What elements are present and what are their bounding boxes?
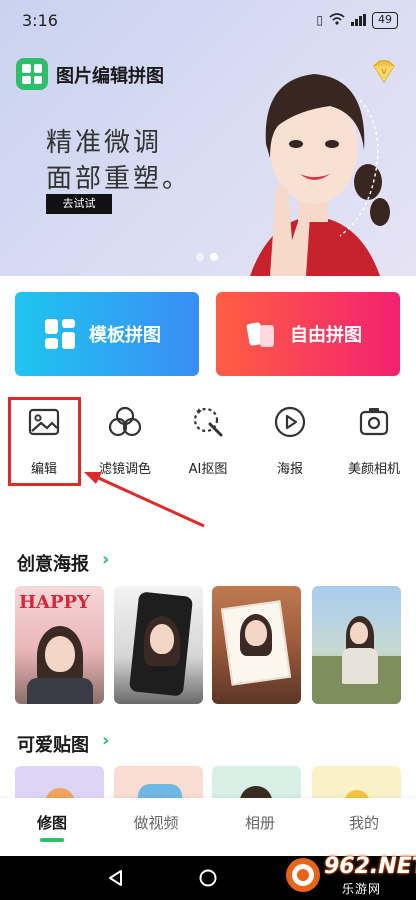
poster-face	[245, 620, 267, 646]
site-watermark: 962.NET 乐游网	[284, 852, 416, 898]
status-bar: 3:16 ▯ 49	[0, 0, 416, 40]
promo-banner[interactable]: 图片编辑拼图 V 精准微调 面部重塑。 去试试	[0, 0, 416, 276]
camera-icon	[359, 408, 389, 436]
watermark-logo-icon	[286, 858, 320, 892]
nav-tab-label: 修图	[36, 814, 67, 832]
tool-poster[interactable]: 海报	[254, 400, 326, 477]
watermark-text: 962.NET	[324, 854, 416, 879]
status-time: 3:16	[22, 10, 58, 30]
poster-face	[350, 622, 368, 644]
free-collage-icon	[246, 322, 274, 347]
chevron-right-icon[interactable]: ›	[102, 549, 109, 570]
poster-thumbnail[interactable]	[212, 586, 301, 704]
nav-tab-album[interactable]: 相册	[208, 798, 312, 856]
template-collage-button[interactable]: 模板拼图	[15, 292, 199, 376]
template-collage-label: 模板拼图	[89, 325, 161, 346]
banner-headline-line2: 面部重塑。	[46, 164, 192, 194]
poster-thumbnail[interactable]	[114, 586, 203, 704]
chevron-right-icon[interactable]: ›	[102, 730, 109, 751]
free-collage-button[interactable]: 自由拼图	[216, 292, 400, 376]
nav-tab-retouch[interactable]: 修图	[0, 798, 104, 856]
home-circle-icon[interactable]	[198, 868, 218, 888]
nav-tab-label: 相册	[244, 814, 275, 832]
nav-tab-label: 我的	[348, 814, 379, 832]
poster-sweater	[27, 678, 93, 704]
pagination-dot-active	[210, 253, 218, 261]
highlight-box	[8, 397, 81, 486]
watermark-subtext: 乐游网	[342, 882, 382, 896]
banner-pagination	[196, 253, 218, 261]
bottom-navigation: 修图 做视频 相册 我的	[0, 798, 416, 856]
active-tab-indicator	[40, 838, 64, 842]
filter-circles-icon	[108, 406, 142, 437]
back-triangle-icon[interactable]	[106, 868, 126, 888]
banner-headline-line1: 精准微调	[46, 128, 163, 158]
poster-face	[150, 624, 174, 654]
grid-layout-icon	[45, 319, 75, 349]
annotation-arrow	[84, 472, 205, 528]
pagination-dot	[196, 253, 204, 261]
poster-happy-text: HAPPY	[19, 592, 90, 613]
poster-thumbnail[interactable]	[312, 586, 401, 704]
status-icons: ▯ 49	[316, 11, 398, 29]
tool-poster-label: 海报	[276, 462, 303, 477]
tool-beauty-camera-label: 美颜相机	[347, 462, 400, 477]
nav-tab-mine[interactable]: 我的	[312, 798, 416, 856]
section-title-posters[interactable]: 创意海报	[17, 550, 89, 576]
app-title: 图片编辑拼图	[56, 66, 164, 87]
free-collage-label: 自由拼图	[290, 325, 362, 346]
poster-thumbnail[interactable]: HAPPY	[15, 586, 104, 704]
nav-tab-label: 做视频	[133, 814, 179, 832]
play-circle-icon	[274, 406, 306, 438]
poster-coat	[342, 648, 378, 684]
poster-face	[45, 636, 75, 672]
tool-beauty-camera[interactable]: 美颜相机	[338, 400, 410, 477]
banner-model-illustration	[250, 74, 390, 276]
nav-tab-make-video[interactable]: 做视频	[104, 798, 208, 856]
signal-icon	[351, 14, 366, 26]
app-logo-icon	[16, 58, 48, 90]
try-it-button[interactable]: 去试试	[46, 194, 112, 214]
battery-indicator: 49	[372, 11, 398, 29]
wifi-icon	[329, 12, 345, 28]
ai-cutout-icon	[193, 407, 223, 437]
vibrate-icon: ▯	[316, 13, 323, 27]
section-title-stickers[interactable]: 可爱贴图	[17, 731, 89, 757]
